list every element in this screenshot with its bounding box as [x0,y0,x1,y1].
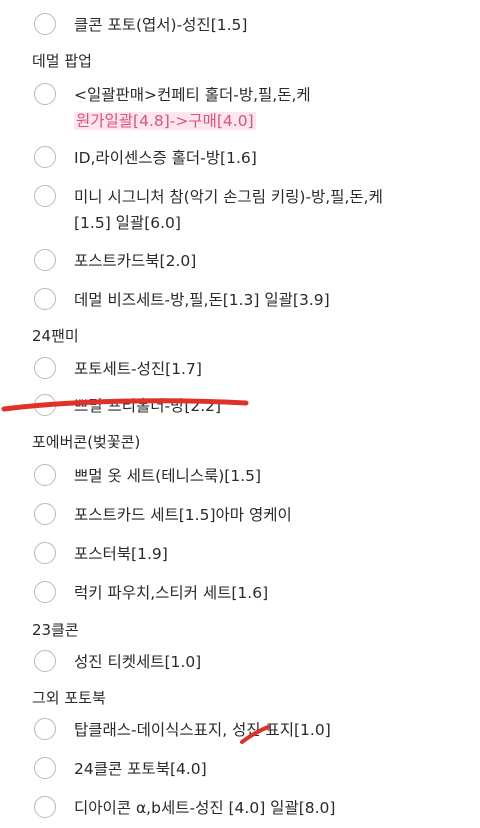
option-label: 포토세트-성진[1.7] [74,360,202,378]
section-heading: 24팬미 [32,327,79,345]
radio-button[interactable] [34,464,56,486]
option-label: 성진 티켓세트[1.0] [74,653,202,671]
option-label: 럭키 파우치,스티커 세트[1.6] [74,584,269,602]
option-label: 24클콘 포토북[4.0] [74,760,207,778]
section-heading: 23클콘 [32,621,79,639]
option-label: 클콘 포토(엽서)-성진[1.5] [74,16,248,34]
option-note-row: 원가일괄[4.8]->구매[4.0] [74,108,466,135]
option-label: 포스트카드북[2.0] [74,252,197,270]
radio-button[interactable] [34,357,56,379]
radio-button[interactable] [34,650,56,672]
option-label: 데멀 비즈세트-방,필,돈[1.3] 일괄[3.9] [74,291,330,309]
radio-button[interactable] [34,581,56,603]
option-label: 쁘멀 옷 세트(테니스룩)[1.5] [74,467,262,485]
radio-button[interactable] [34,13,56,35]
radio-button[interactable] [34,146,56,168]
section-heading: 포에버콘(벚꽃콘) [32,433,141,451]
option-label: 포스터북[1.9] [74,545,168,563]
option-label-continued: [1.5] 일괄[6.0] [74,214,181,232]
option-label: ID,라이센스증 홀더-방[1.6] [74,149,257,167]
option-label: 디아이콘 α,b세트-성진 [4.0] 일괄[8.0] [74,799,336,817]
option-label: 쁘멀 프리홀더-방[2.2] [74,397,222,415]
radio-button[interactable] [34,542,56,564]
radio-button[interactable] [34,185,56,207]
option-label: <일괄판매>컨페티 홀더-방,필,돈,케 [74,86,311,104]
radio-button[interactable] [34,757,56,779]
radio-button[interactable] [34,83,56,105]
section-heading: 데멀 팝업 [32,52,92,70]
radio-button[interactable] [34,394,56,416]
radio-button[interactable] [34,796,56,818]
option-label: 탑클래스-데이식스표지, 성진 표지[1.0] [74,721,331,739]
price-note-highlight: 원가일괄[4.8]->구매[4.0] [74,112,256,130]
radio-button[interactable] [34,249,56,271]
section-heading: 그외 포토북 [32,689,106,707]
option-label: 포스트카드 세트[1.5]아마 영케이 [74,506,292,524]
radio-button[interactable] [34,718,56,740]
option-label: 미니 시그니처 참(악기 손그림 키링)-방,필,돈,케 [74,188,383,206]
radio-button[interactable] [34,503,56,525]
radio-button[interactable] [34,288,56,310]
